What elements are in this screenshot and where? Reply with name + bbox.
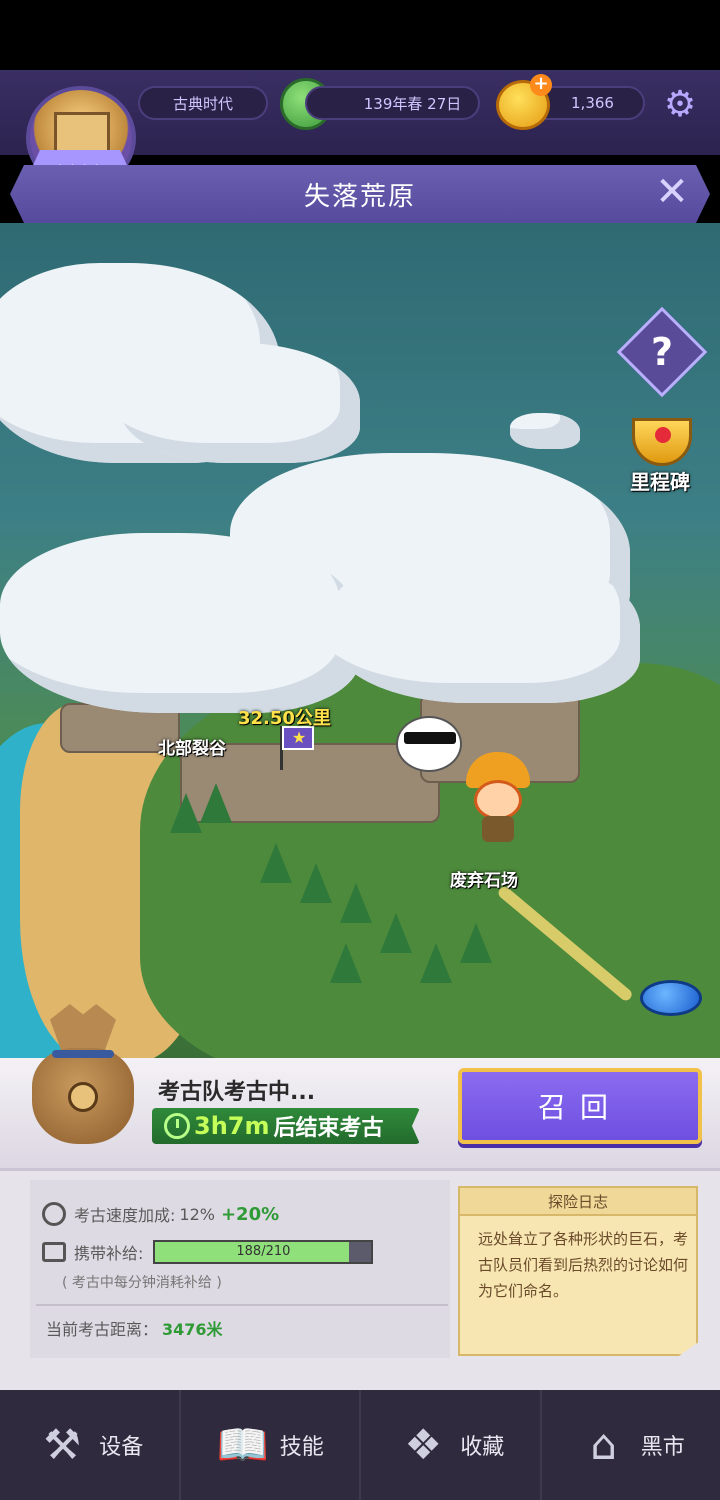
speech-bubble: [396, 716, 462, 772]
speed-value: 12%: [179, 1204, 215, 1224]
explorer-character: [462, 752, 534, 842]
cloud: [510, 413, 580, 449]
sunglasses-icon: [404, 732, 456, 744]
tree: [170, 793, 202, 833]
distance-label: 当前考古距离：: [46, 1320, 159, 1339]
tree: [380, 913, 412, 953]
book-icon: 📖: [216, 1420, 269, 1469]
status-bar: [0, 0, 720, 70]
bottom-nav: ⚒ 设备 📖 技能 ❖ 收藏 ⌂ 黑市: [0, 1390, 720, 1500]
clock-icon: [164, 1113, 190, 1139]
supply-text: 188/210: [236, 1244, 291, 1259]
bag-emblem: [68, 1082, 98, 1112]
cloud: [330, 553, 640, 703]
log-text: 远处耸立了各种形状的巨石，考古队员们看到后热烈的讨论如何为它们命名。: [478, 1230, 689, 1300]
tree: [340, 883, 372, 923]
dig-status: 考古队考古中...: [158, 1080, 316, 1105]
timer-bar: 3h7m 后结束考古: [152, 1108, 420, 1144]
tree: [300, 863, 332, 903]
nav-collection[interactable]: ❖ 收藏: [361, 1390, 542, 1500]
coin-count: 1,366: [571, 94, 614, 112]
divider: [36, 1304, 448, 1306]
collection-icon: ❖: [404, 1420, 443, 1469]
tree: [460, 923, 492, 963]
add-coin-icon[interactable]: +: [530, 74, 552, 96]
nav-equipment[interactable]: ⚒ 设备: [0, 1390, 181, 1500]
building-icon: [54, 112, 110, 156]
supply-label: 携带补给:: [74, 1244, 144, 1263]
bag-icon: [32, 1004, 134, 1144]
tree: [420, 943, 452, 983]
nav-black-market[interactable]: ⌂ 黑市: [542, 1390, 720, 1500]
speed-bonus: +20%: [220, 1203, 280, 1225]
page-title: 失落荒原: [303, 181, 416, 212]
era-label: 古典时代: [172, 94, 233, 113]
distance-marker: 32.50公里: [238, 708, 331, 729]
nav-label: 黑市: [640, 1435, 685, 1460]
close-icon[interactable]: ✕: [652, 172, 692, 212]
tree: [260, 843, 292, 883]
milestone-label[interactable]: 里程碑: [630, 466, 690, 495]
tree: [200, 783, 232, 823]
bag-rope: [52, 1050, 114, 1058]
supply-bar: 188/210: [153, 1240, 374, 1264]
distance-value: 3476米: [162, 1320, 223, 1339]
era-pill[interactable]: 古典时代: [138, 86, 268, 120]
speed-label: 考古速度加成:: [74, 1206, 176, 1225]
timer-suffix: 后结束考古: [273, 1116, 384, 1141]
expedition-log: 探险日志 远处耸立了各种形状的巨石，考古队员们看到后热烈的讨论如何为它们命名。: [458, 1186, 698, 1356]
location-quarry[interactable]: 废弃石场: [450, 866, 518, 891]
destination-button[interactable]: [640, 980, 702, 1016]
location-north-rift[interactable]: 北部裂谷: [158, 734, 226, 759]
cloud: [120, 343, 360, 463]
map-view[interactable]: [0, 223, 720, 1063]
tree: [330, 943, 362, 983]
log-title: 探险日志: [460, 1188, 696, 1216]
face: [474, 780, 522, 820]
gear-icon[interactable]: ⚙: [660, 84, 700, 125]
question-icon[interactable]: ?: [630, 320, 694, 384]
distance-row: 当前考古距离： 3476米: [46, 1316, 223, 1340]
date-label: 139年春 27日: [363, 94, 462, 113]
nav-label: 收藏: [460, 1435, 505, 1460]
shop-icon: ⌂: [590, 1420, 618, 1469]
timer-time: 3h7m: [194, 1112, 270, 1140]
gem-icon: [655, 427, 671, 443]
speed-row: 考古速度加成: 12% +20%: [42, 1202, 279, 1226]
nav-label: 技能: [279, 1435, 324, 1460]
nav-skills[interactable]: 📖 技能: [181, 1390, 361, 1500]
title-bar: 失落荒原: [10, 165, 710, 223]
nav-label: 设备: [99, 1435, 144, 1460]
stopwatch-icon: [42, 1202, 66, 1226]
body: [482, 816, 514, 842]
supply-note: ( 考古中每分钟消耗补给 ): [62, 1275, 222, 1291]
recall-button[interactable]: 召回: [458, 1068, 702, 1144]
cart-icon: [42, 1242, 66, 1262]
cloud: [0, 533, 360, 713]
anvil-icon: ⚒: [43, 1420, 82, 1469]
supply-row: 携带补给: 188/210: [42, 1240, 374, 1264]
date-pill: 139年春 27日: [305, 86, 480, 120]
